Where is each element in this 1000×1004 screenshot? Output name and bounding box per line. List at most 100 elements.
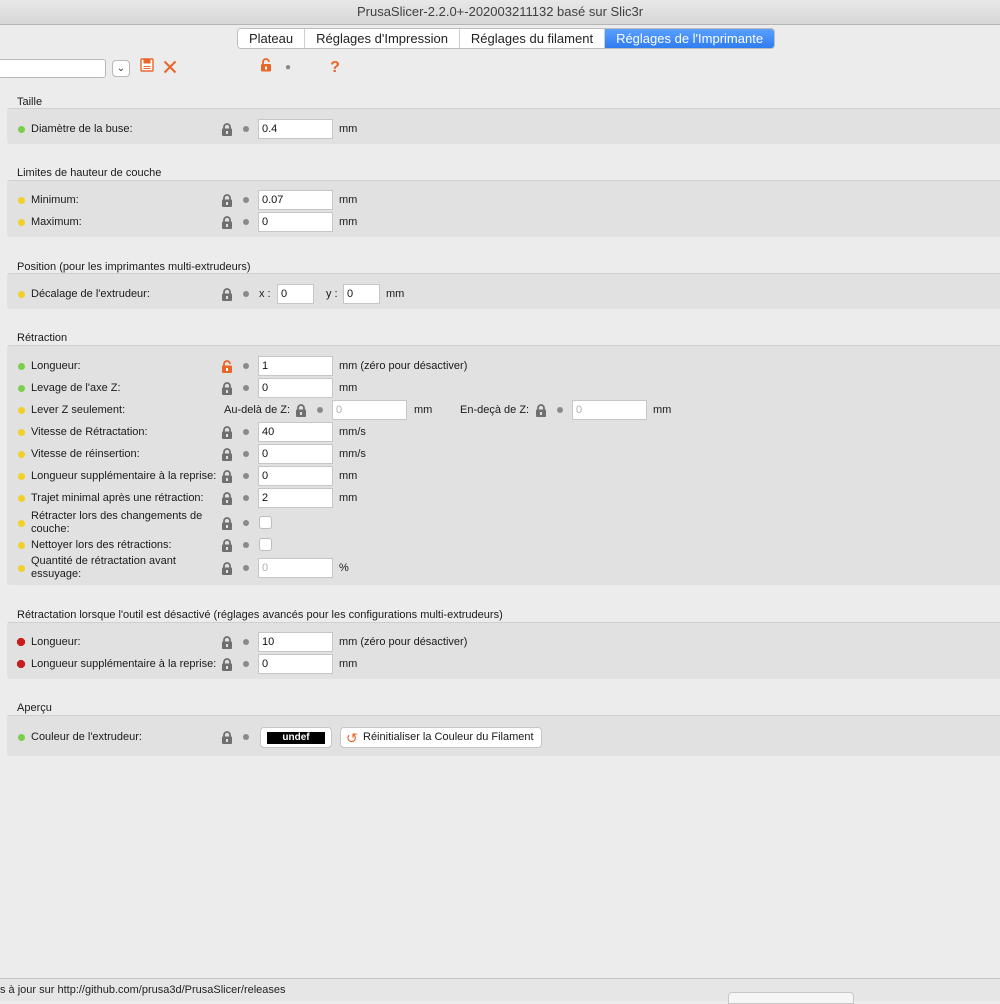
lock-icon[interactable] — [221, 426, 233, 439]
reset-dot-icon[interactable] — [243, 219, 249, 225]
lock-icon[interactable] — [221, 448, 233, 461]
reset-dot-icon[interactable] — [243, 565, 249, 571]
min-layer-height-input[interactable]: 0.07 — [258, 190, 333, 210]
status-dot-icon — [18, 429, 25, 436]
status-dot-icon — [18, 291, 25, 298]
reset-dot-icon[interactable] — [243, 197, 249, 203]
toolchange-restart-extra-input[interactable]: 0 — [258, 654, 333, 674]
unit-label: mm (zéro pour désactiver) — [339, 360, 468, 372]
lock-icon[interactable] — [221, 123, 233, 136]
reset-dot-icon[interactable] — [317, 407, 323, 413]
retract-layer-change-checkbox[interactable] — [259, 516, 272, 529]
status-dot-icon — [18, 520, 25, 527]
save-icon[interactable] — [138, 58, 156, 78]
row-min-layer: Minimum: 0.07 mm — [0, 190, 1000, 210]
field-label: Décalage de l'extrudeur: — [31, 288, 150, 300]
y-label: y : — [326, 288, 338, 300]
status-dot-icon — [18, 542, 25, 549]
unit-label: mm — [339, 194, 358, 206]
row-retract-before-wipe: Quantité de rétractation avant essuyage:… — [0, 555, 1000, 580]
tab-print-settings[interactable]: Réglages d'Impression — [305, 29, 460, 48]
section-title-position: Position (pour les imprimantes multi-ext… — [17, 261, 251, 273]
reset-dot-icon[interactable] — [243, 291, 249, 297]
wipe-checkbox[interactable] — [259, 538, 272, 551]
lock-icon[interactable] — [221, 382, 233, 395]
lock-open-icon[interactable] — [257, 58, 275, 78]
tab-bar: Plateau Réglages d'Impression Réglages d… — [237, 28, 776, 49]
lock-icon[interactable] — [221, 470, 233, 483]
retract-before-wipe-input[interactable]: 0 — [258, 558, 333, 578]
status-dot-icon — [18, 734, 25, 741]
reset-dot-icon[interactable] — [243, 542, 249, 548]
unit-label: mm — [339, 382, 358, 394]
preset-select[interactable] — [0, 59, 106, 78]
status-dot-icon — [18, 565, 25, 572]
tab-filament-settings[interactable]: Réglages du filament — [459, 29, 606, 48]
status-bar-button[interactable] — [728, 992, 854, 1004]
reset-dot-icon[interactable] — [243, 385, 249, 391]
toolchange-length-input[interactable]: 10 — [258, 632, 333, 652]
field-label: Vitesse de réinsertion: — [31, 448, 140, 460]
section-title-preview: Aperçu — [17, 702, 52, 714]
lock-open-icon[interactable] — [221, 360, 233, 373]
below-z-input[interactable]: 0 — [572, 400, 647, 420]
lift-z-input[interactable]: 0 — [258, 378, 333, 398]
nozzle-diameter-input[interactable]: 0.4 — [258, 119, 333, 139]
extruder-color-picker[interactable]: undef — [260, 727, 332, 748]
section-title-taille: Taille — [17, 96, 43, 108]
lock-icon[interactable] — [221, 216, 233, 229]
lock-icon[interactable] — [221, 636, 233, 649]
unit-label: mm — [339, 470, 358, 482]
unit-label: mm — [339, 123, 358, 135]
lock-icon[interactable] — [221, 492, 233, 505]
row-min-travel: Trajet minimal après une rétraction: 2 m… — [0, 488, 1000, 508]
status-dot-icon — [18, 197, 25, 204]
retract-length-input[interactable]: 1 — [258, 356, 333, 376]
below-z-label: En-deçà de Z: — [460, 404, 530, 416]
reset-dot-icon[interactable] — [243, 661, 249, 667]
chevron-down-icon[interactable]: ⌄ — [112, 60, 130, 77]
restart-extra-input[interactable]: 0 — [258, 466, 333, 486]
lock-icon[interactable] — [221, 517, 233, 530]
unit-label: mm/s — [339, 448, 366, 460]
close-icon[interactable] — [161, 58, 179, 78]
offset-x-input[interactable]: 0 — [277, 284, 314, 304]
field-label: Lever Z seulement: — [31, 404, 126, 416]
reset-dot-icon[interactable] — [243, 451, 249, 457]
unit-label: mm (zéro pour désactiver) — [339, 636, 468, 648]
lock-icon[interactable] — [221, 539, 233, 552]
retract-speed-input[interactable]: 40 — [258, 422, 333, 442]
system-value-dot-icon[interactable]: ● — [279, 58, 297, 78]
lock-icon[interactable] — [221, 658, 233, 671]
reset-dot-icon[interactable] — [557, 407, 563, 413]
reset-filament-color-button[interactable]: ↺ Réinitialiser la Couleur du Filament — [340, 727, 542, 748]
lock-icon[interactable] — [221, 562, 233, 575]
reset-dot-icon[interactable] — [243, 639, 249, 645]
reset-dot-icon[interactable] — [243, 495, 249, 501]
reset-dot-icon[interactable] — [243, 734, 249, 740]
reset-dot-icon[interactable] — [243, 429, 249, 435]
reset-dot-icon[interactable] — [243, 473, 249, 479]
status-dot-icon — [18, 385, 25, 392]
lock-icon[interactable] — [295, 404, 307, 417]
min-travel-input[interactable]: 2 — [258, 488, 333, 508]
lock-icon[interactable] — [535, 404, 547, 417]
deretract-speed-input[interactable]: 0 — [258, 444, 333, 464]
unit-label: mm — [653, 404, 672, 416]
reset-dot-icon[interactable] — [243, 520, 249, 526]
lock-icon[interactable] — [221, 194, 233, 207]
reset-dot-icon[interactable] — [243, 126, 249, 132]
status-dot-icon — [18, 495, 25, 502]
tab-plateau[interactable]: Plateau — [238, 29, 306, 48]
lock-icon[interactable] — [221, 288, 233, 301]
above-z-input[interactable]: 0 — [332, 400, 407, 420]
lock-icon[interactable] — [221, 731, 233, 744]
help-icon[interactable]: ? — [326, 58, 344, 78]
max-layer-height-input[interactable]: 0 — [258, 212, 333, 232]
row-toolchange-restart-extra: Longueur supplémentaire à la reprise: 0 … — [0, 654, 1000, 674]
reset-dot-icon[interactable] — [243, 363, 249, 369]
offset-y-input[interactable]: 0 — [343, 284, 380, 304]
tab-printer-settings[interactable]: Réglages de l'Imprimante — [605, 29, 775, 48]
status-dot-icon — [18, 451, 25, 458]
above-z-label: Au-delà de Z: — [224, 404, 291, 416]
